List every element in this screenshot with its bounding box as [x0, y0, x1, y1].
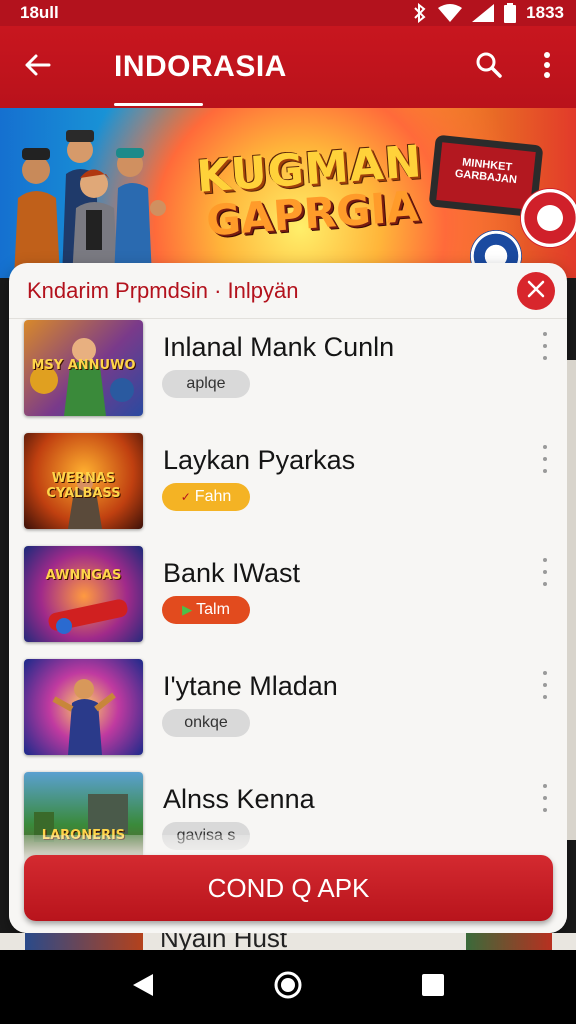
more-vertical-icon [543, 51, 551, 83]
banner-headline: KUGMAN GAPRGIA [195, 136, 427, 246]
check-icon: ✓ [180, 490, 191, 504]
item-more-button[interactable] [539, 332, 551, 360]
circle-home-icon [273, 970, 303, 1005]
game-title: Bank IWast [163, 558, 301, 588]
badge-label: Fahn [194, 488, 232, 505]
close-icon [527, 280, 545, 303]
signal-text: 18ull [20, 3, 59, 22]
status-badge[interactable]: ✓ Fahn [162, 483, 250, 511]
download-apk-label: COND Q APK [207, 872, 370, 903]
game-title: Laykan Pyarkas [163, 445, 356, 475]
list-item[interactable]: AWNNGAS Bank IWast ▶ Talm [9, 546, 567, 659]
badge-label: Talm [196, 601, 230, 618]
arrow-left-icon [23, 53, 51, 82]
status-badge[interactable]: aplqe [162, 370, 250, 398]
thumbnail-caption: MSY ANNUWO [31, 358, 136, 373]
device-screen-text: MINHKET GARBAJAN [436, 142, 536, 210]
search-button[interactable] [460, 26, 518, 108]
dialog-header: Kndarim Prpmdsin · Inlpyän [9, 263, 567, 319]
item-more-button[interactable] [539, 558, 551, 586]
nav-back-button[interactable] [113, 957, 173, 1017]
game-title: I'ytane Mladan [163, 671, 338, 701]
item-more-button[interactable] [539, 671, 551, 699]
app-title-tab[interactable]: INDORASIA [114, 50, 287, 106]
status-badge[interactable]: onkqe [162, 709, 250, 737]
promotion-dialog: Kndarim Prpmdsin · Inlpyän MSY ANNUWO In… [9, 263, 567, 933]
game-title: Alnss Kenna [163, 784, 315, 814]
status-icons: 1833 [412, 3, 564, 23]
peek-thumbnail-right [466, 933, 552, 950]
battery-icon [504, 3, 517, 23]
casino-chip-red [520, 188, 576, 248]
game-thumbnail [24, 659, 143, 755]
status-bar: 18ull 1833 [0, 0, 576, 26]
back-button[interactable] [0, 26, 74, 108]
play-store-icon: ▶ [182, 602, 193, 617]
game-title: Inlanal Mank Cunln [163, 332, 395, 362]
characters-illustration [14, 130, 166, 278]
item-more-button[interactable] [539, 784, 551, 812]
status-time: 1833 [526, 3, 564, 22]
tab-indicator [114, 103, 203, 106]
peek-title: Nyain Hust [160, 933, 288, 950]
triangle-back-icon [131, 972, 155, 1003]
thumbnail-caption: AWNNGAS [45, 568, 122, 583]
badge-label: aplqe [186, 375, 226, 392]
background-list-peek: Nyain Hust [0, 933, 576, 950]
background-edge [567, 360, 576, 840]
overflow-menu-button[interactable] [518, 26, 576, 108]
item-more-button[interactable] [539, 445, 551, 473]
badge-label: onkqe [184, 714, 228, 731]
download-apk-button[interactable]: COND Q APK [24, 855, 553, 921]
game-list: MSY ANNUWO Inlanal Mank Cunln aplqe WERN… [9, 320, 567, 885]
game-thumbnail: WERNAS CYALBASS [24, 433, 143, 529]
page-title: INDORASIA [114, 50, 287, 83]
list-item[interactable]: I'ytane Mladan onkqe [9, 659, 567, 772]
square-recents-icon [421, 973, 445, 1002]
list-item[interactable]: WERNAS CYALBASS Laykan Pyarkas ✓ Fahn [9, 433, 567, 546]
nav-home-button[interactable] [258, 957, 318, 1017]
game-thumbnail: AWNNGAS [24, 546, 143, 642]
app-bar: INDORASIA [0, 26, 576, 108]
list-item[interactable]: MSY ANNUWO Inlanal Mank Cunln aplqe [9, 320, 567, 433]
game-thumbnail: MSY ANNUWO [24, 320, 143, 416]
search-icon [476, 52, 502, 83]
wifi-icon [438, 4, 463, 22]
nav-recents-button[interactable] [403, 957, 463, 1017]
system-nav-bar [0, 950, 576, 1024]
close-button[interactable] [517, 272, 555, 310]
dialog-title: Kndarim Prpmdsin · Inlpyän [27, 277, 299, 303]
bluetooth-icon [412, 3, 428, 23]
peek-thumbnail [25, 933, 143, 950]
cell-signal-icon [472, 4, 495, 22]
status-badge[interactable]: ▶ Talm [162, 596, 250, 624]
promo-banner[interactable]: KUGMAN GAPRGIA MINHKET GARBAJAN [0, 108, 576, 278]
thumbnail-caption: WERNAS CYALBASS [46, 471, 121, 501]
